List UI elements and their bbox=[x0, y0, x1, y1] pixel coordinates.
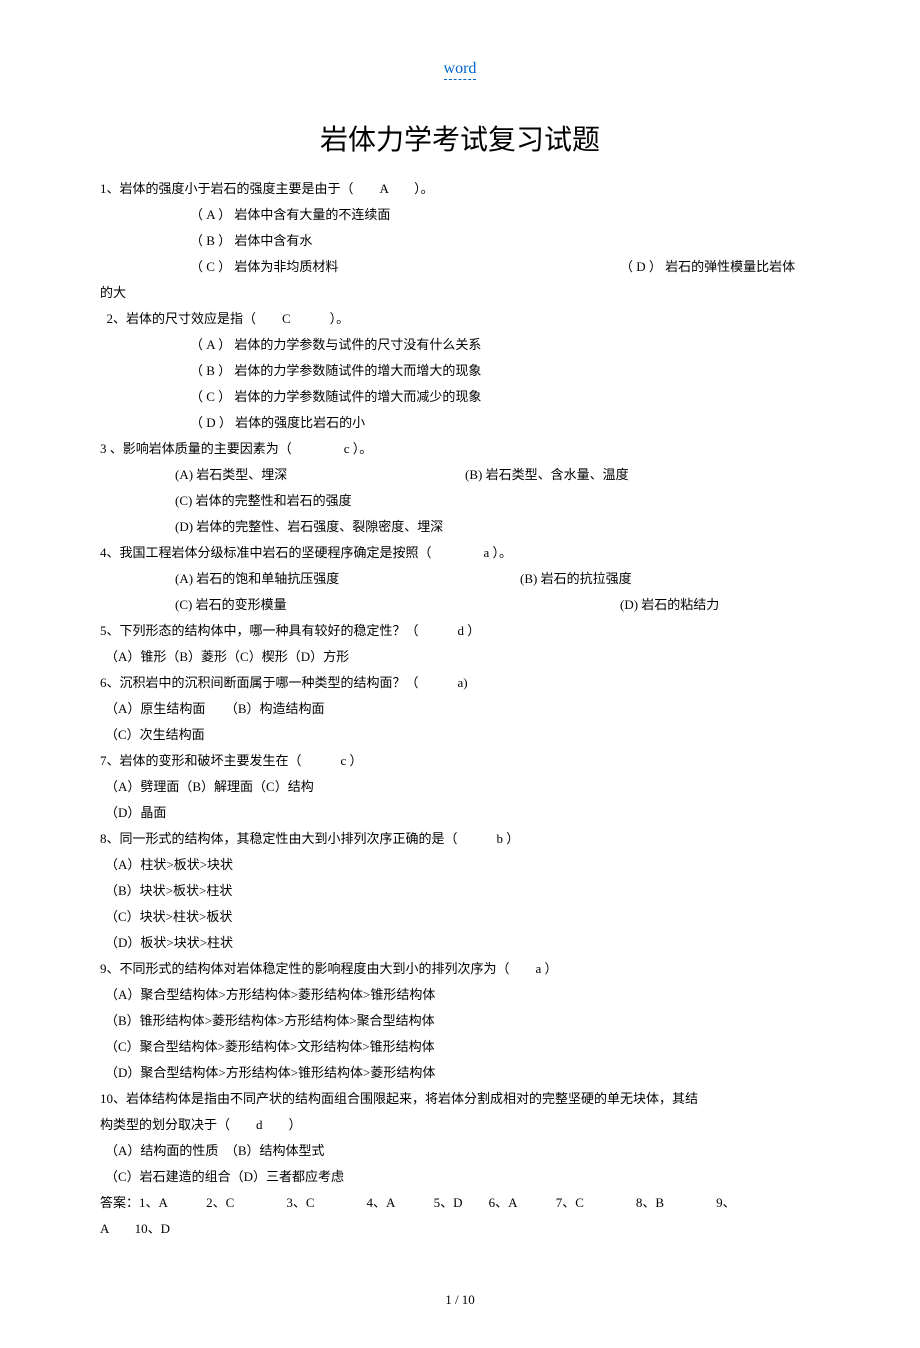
q1-opt-b: （ B ） 岩体中含有水 bbox=[100, 228, 820, 254]
q5-opts: （A）锥形（B）菱形（C）楔形（D）方形 bbox=[100, 644, 820, 670]
q1-opt-a: （ A ） 岩体中含有大量的不连续面 bbox=[100, 202, 820, 228]
q6-stem: 6、沉积岩中的沉积间断面属于哪一种类型的结构面？（ a) bbox=[100, 670, 820, 696]
q2-opt-b: （ B ） 岩体的力学参数随试件的增大而增大的现象 bbox=[100, 358, 820, 384]
q9-opt-c: （C）聚合型结构体>菱形结构体>文形结构体>锥形结构体 bbox=[100, 1034, 820, 1060]
document-body: 1、岩体的强度小于岩石的强度主要是由于（ A ）。 （ A ） 岩体中含有大量的… bbox=[100, 176, 820, 1242]
q9-stem: 9、不同形式的结构体对岩体稳定性的影响程度由大到小的排列次序为（ a ） bbox=[100, 956, 820, 982]
q9-opt-d: （D）聚合型结构体>方形结构体>锥形结构体>菱形结构体 bbox=[100, 1060, 820, 1086]
header-word: word bbox=[100, 60, 820, 78]
q3-stem: 3 、影响岩体质量的主要因素为（ c ）。 bbox=[100, 436, 820, 462]
q3-opt-d: (D) 岩体的完整性、岩石强度、裂隙密度、埋深 bbox=[100, 514, 820, 540]
q9-opt-b: （B）锥形结构体>菱形结构体>方形结构体>聚合型结构体 bbox=[100, 1008, 820, 1034]
q2-stem: 2、岩体的尺寸效应是指（ C ）。 bbox=[100, 306, 820, 332]
q10-stem2: 构类型的划分取决于（ d ） bbox=[100, 1112, 820, 1138]
q4-opt-d: (D) 岩石的粘结力 bbox=[620, 592, 719, 618]
q3-opt-c: (C) 岩体的完整性和岩石的强度 bbox=[100, 488, 820, 514]
answers-line1: 答案：1、A 2、C 3、C 4、A 5、D 6、A 7、C 8、B 9、 bbox=[100, 1190, 820, 1216]
q2-opt-c: （ C ） 岩体的力学参数随试件的增大而减少的现象 bbox=[100, 384, 820, 410]
q4-opt-b: (B) 岩石的抗拉强度 bbox=[520, 566, 632, 592]
q7-opt-d: （D）晶面 bbox=[100, 800, 820, 826]
header-word-text: word bbox=[444, 60, 477, 80]
q5-stem: 5、下列形态的结构体中，哪一种具有较好的稳定性？（ d ） bbox=[100, 618, 820, 644]
page-footer: 1 / 10 bbox=[100, 1292, 820, 1308]
q4-opt-c: (C) 岩石的变形模量 bbox=[100, 592, 620, 618]
q1-opt-d-tail: 的大 bbox=[100, 280, 820, 306]
q7-stem: 7、岩体的变形和破坏主要发生在（ c ） bbox=[100, 748, 820, 774]
q1-opt-d: （ D ） 岩石的弹性模量比岩体 bbox=[620, 254, 795, 280]
q10-opt-cd: （C）岩石建造的组合（D）三者都应考虑 bbox=[100, 1164, 820, 1190]
q2-opt-a: （ A ） 岩体的力学参数与试件的尺寸没有什么关系 bbox=[100, 332, 820, 358]
q8-opt-a: （A）柱状>板状>块状 bbox=[100, 852, 820, 878]
answers-line2: A 10、D bbox=[100, 1216, 820, 1242]
q10-stem: 10、岩体结构体是指由不同产状的结构面组合围限起来，将岩体分割成相对的完整坚硬的… bbox=[100, 1086, 820, 1112]
q7-opt-abc: （A）劈理面（B）解理面（C）结构 bbox=[100, 774, 820, 800]
q8-opt-d: （D）板状>块状>柱状 bbox=[100, 930, 820, 956]
q10-opt-ab: （A）结构面的性质 （B）结构体型式 bbox=[100, 1138, 820, 1164]
page-title: 岩体力学考试复习试题 bbox=[100, 118, 820, 158]
q8-stem: 8、同一形式的结构体，其稳定性由大到小排列次序正确的是（ b ） bbox=[100, 826, 820, 852]
q3-opt-b: (B) 岩石类型、含水量、温度 bbox=[465, 462, 629, 488]
q9-opt-a: （A）聚合型结构体>方形结构体>菱形结构体>锥形结构体 bbox=[100, 982, 820, 1008]
q1-stem: 1、岩体的强度小于岩石的强度主要是由于（ A ）。 bbox=[100, 176, 820, 202]
q8-opt-b: （B）块状>板状>柱状 bbox=[100, 878, 820, 904]
q2-opt-d: （ D ） 岩体的强度比岩石的小 bbox=[100, 410, 820, 436]
q1-opt-c: （ C ） 岩体为非均质材料 bbox=[100, 254, 620, 280]
q6-opt-c: （C）次生结构面 bbox=[100, 722, 820, 748]
q4-opt-a: (A) 岩石的饱和单轴抗压强度 bbox=[100, 566, 520, 592]
q4-stem: 4、我国工程岩体分级标准中岩石的坚硬程序确定是按照（ a ）。 bbox=[100, 540, 820, 566]
q6-opt-ab: （A）原生结构面 （B）构造结构面 bbox=[100, 696, 820, 722]
q3-opt-a: (A) 岩石类型、埋深 bbox=[100, 462, 465, 488]
q8-opt-c: （C）块状>柱状>板状 bbox=[100, 904, 820, 930]
